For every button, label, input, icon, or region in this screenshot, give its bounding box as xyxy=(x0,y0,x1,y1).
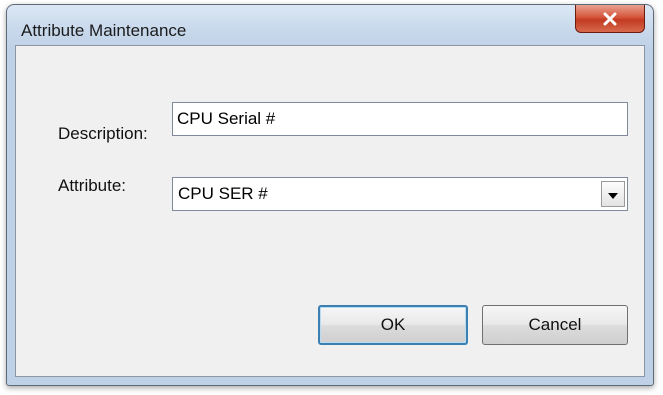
dialog-window: Attribute Maintenance Description: CPU S… xyxy=(6,4,654,386)
description-field[interactable]: CPU Serial # xyxy=(172,102,628,136)
window-title: Attribute Maintenance xyxy=(21,21,187,40)
attribute-select-value: CPU SER # xyxy=(178,184,268,203)
attribute-dropdown-button[interactable] xyxy=(601,181,625,207)
cancel-button[interactable]: Cancel xyxy=(482,305,628,345)
chevron-down-icon xyxy=(608,184,618,204)
attribute-label: Attribute: xyxy=(58,176,127,195)
attribute-select[interactable]: CPU SER # xyxy=(172,177,628,211)
close-icon xyxy=(602,12,618,26)
description-label: Description: xyxy=(58,124,148,143)
close-button[interactable] xyxy=(575,5,645,33)
title-bar[interactable]: Attribute Maintenance xyxy=(7,5,653,45)
ok-button[interactable]: OK xyxy=(318,305,468,345)
dialog-client-area: Description: CPU Serial # Attribute: CPU… xyxy=(15,45,645,377)
